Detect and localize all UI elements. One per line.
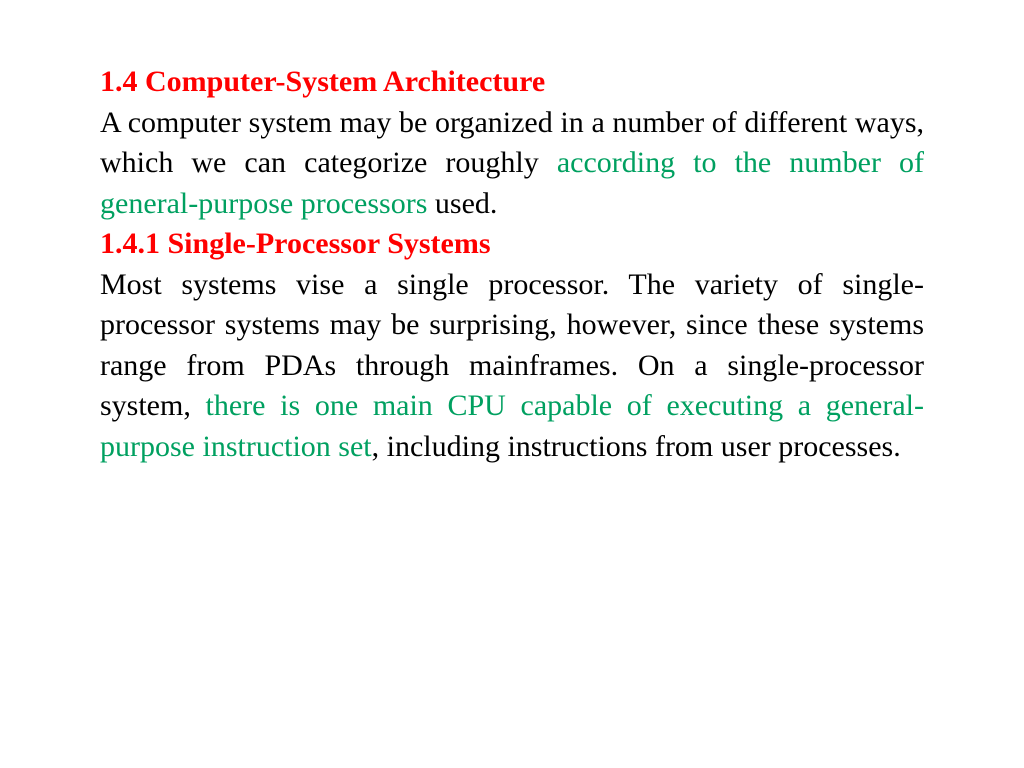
section-heading-1-4-1: 1.4.1 Single-Processor Systems: [100, 224, 924, 265]
paragraph-1: A computer system may be organized in a …: [100, 103, 924, 225]
paragraph-2: Most systems vise a single processor. Th…: [100, 265, 924, 468]
para2-text-2: , including instructions from user proce…: [372, 430, 901, 463]
para1-text-2: used.: [427, 187, 497, 220]
section-heading-1-4: 1.4 Computer-System Architecture: [100, 62, 924, 103]
document-body: 1.4 Computer-System Architecture A compu…: [100, 62, 924, 467]
